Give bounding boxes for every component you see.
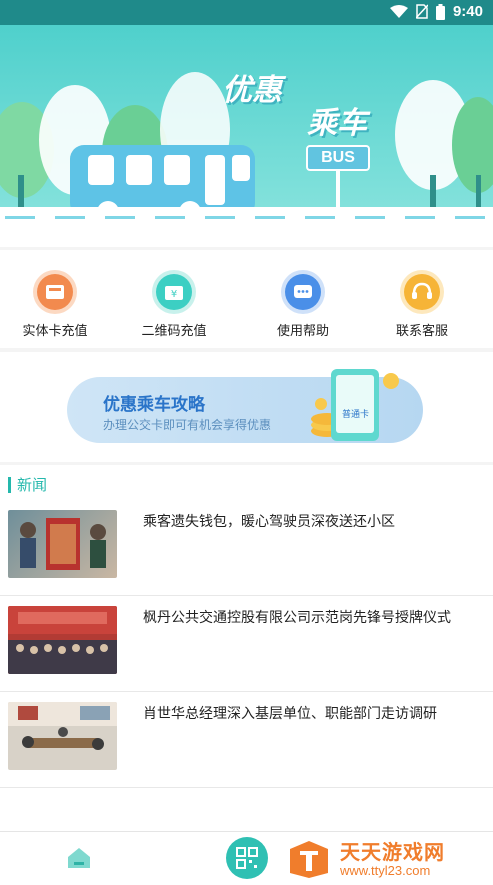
action-label: 实体卡充值 xyxy=(22,324,88,339)
news-section-title: 新闻 xyxy=(17,476,48,494)
news-item[interactable]: 乘客遗失钱包，暖心驾驶员深夜送还小区 xyxy=(0,500,493,596)
home-icon[interactable] xyxy=(66,845,92,871)
watermark: 天天游戏网 www.ttyl23.com xyxy=(272,832,493,885)
news-header: 新闻 xyxy=(8,474,47,495)
news-section: 新闻 乘客遗失钱包，暖心驾驶员深夜送还小区 枫丹公共交通控股有限公司示范岗先锋号… xyxy=(0,465,493,831)
wifi-icon xyxy=(389,4,408,18)
watermark-name: 天天游戏网 xyxy=(340,840,445,864)
news-header-bar xyxy=(8,476,11,493)
news-thumbnail xyxy=(8,510,117,578)
news-item-title: 肖世华总经理深入基层单位、职能部门走访调研 xyxy=(143,706,437,722)
action-label: 使用帮助 xyxy=(276,324,329,339)
banner-illustration xyxy=(0,72,493,247)
quick-actions: 实体卡充值 ¥ 二维码充值 使用帮助 联系客服 xyxy=(0,250,493,348)
promo-title: 优惠乘车攻略 xyxy=(103,395,205,415)
no-sim-icon xyxy=(415,4,428,19)
news-item-title: 乘客遗失钱包，暖心驾驶员深夜送还小区 xyxy=(143,514,395,530)
banner-title-line2: 乘车 xyxy=(307,106,367,141)
action-label: 二维码充值 xyxy=(141,324,207,339)
qr-scan-icon[interactable] xyxy=(226,837,268,879)
watermark-url: www.ttyl23.com xyxy=(340,863,431,878)
action-qr-recharge[interactable]: ¥ 二维码充值 xyxy=(119,250,229,348)
status-icons: 9:40 xyxy=(389,3,483,20)
promo-card-label: 普通卡 xyxy=(342,410,370,420)
battery-icon xyxy=(435,3,445,20)
card-recharge-icon xyxy=(33,270,77,314)
bus-sign: BUS xyxy=(306,145,370,171)
news-item[interactable]: 肖世华总经理深入基层单位、职能部门走访调研 xyxy=(0,692,493,788)
bottom-nav: 天天游戏网 www.ttyl23.com xyxy=(0,831,493,885)
banner-title-line1: 优惠 xyxy=(222,73,282,108)
promo-banner[interactable]: 优惠 乘车 BUS xyxy=(0,25,493,247)
action-help[interactable]: 使用帮助 xyxy=(248,250,358,348)
svg-text:¥: ¥ xyxy=(171,289,177,300)
promo-section: 优惠乘车攻略 办理公交卡即可有机会享得优惠 普通卡 xyxy=(0,352,493,462)
action-card-recharge[interactable]: 实体卡充值 xyxy=(0,250,110,348)
watermark-logo-icon xyxy=(290,841,328,878)
news-item[interactable]: 枫丹公共交通控股有限公司示范岗先锋号授牌仪式 xyxy=(0,596,493,692)
action-customer-service[interactable]: 联系客服 xyxy=(367,250,477,348)
news-thumbnail xyxy=(8,702,117,770)
news-thumbnail xyxy=(8,606,117,674)
status-bar: 9:40 xyxy=(0,0,493,25)
wallet-icon: ¥ xyxy=(152,270,196,314)
status-time: 9:40 xyxy=(452,3,483,20)
promo-subtitle: 办理公交卡即可有机会享得优惠 xyxy=(103,418,272,432)
promo-card[interactable]: 优惠乘车攻略 办理公交卡即可有机会享得优惠 普通卡 xyxy=(67,369,423,443)
news-item-title: 枫丹公共交通控股有限公司示范岗先锋号授牌仪式 xyxy=(143,610,451,626)
chat-help-icon xyxy=(281,270,325,314)
action-label: 联系客服 xyxy=(395,324,448,339)
headset-icon xyxy=(400,270,444,314)
